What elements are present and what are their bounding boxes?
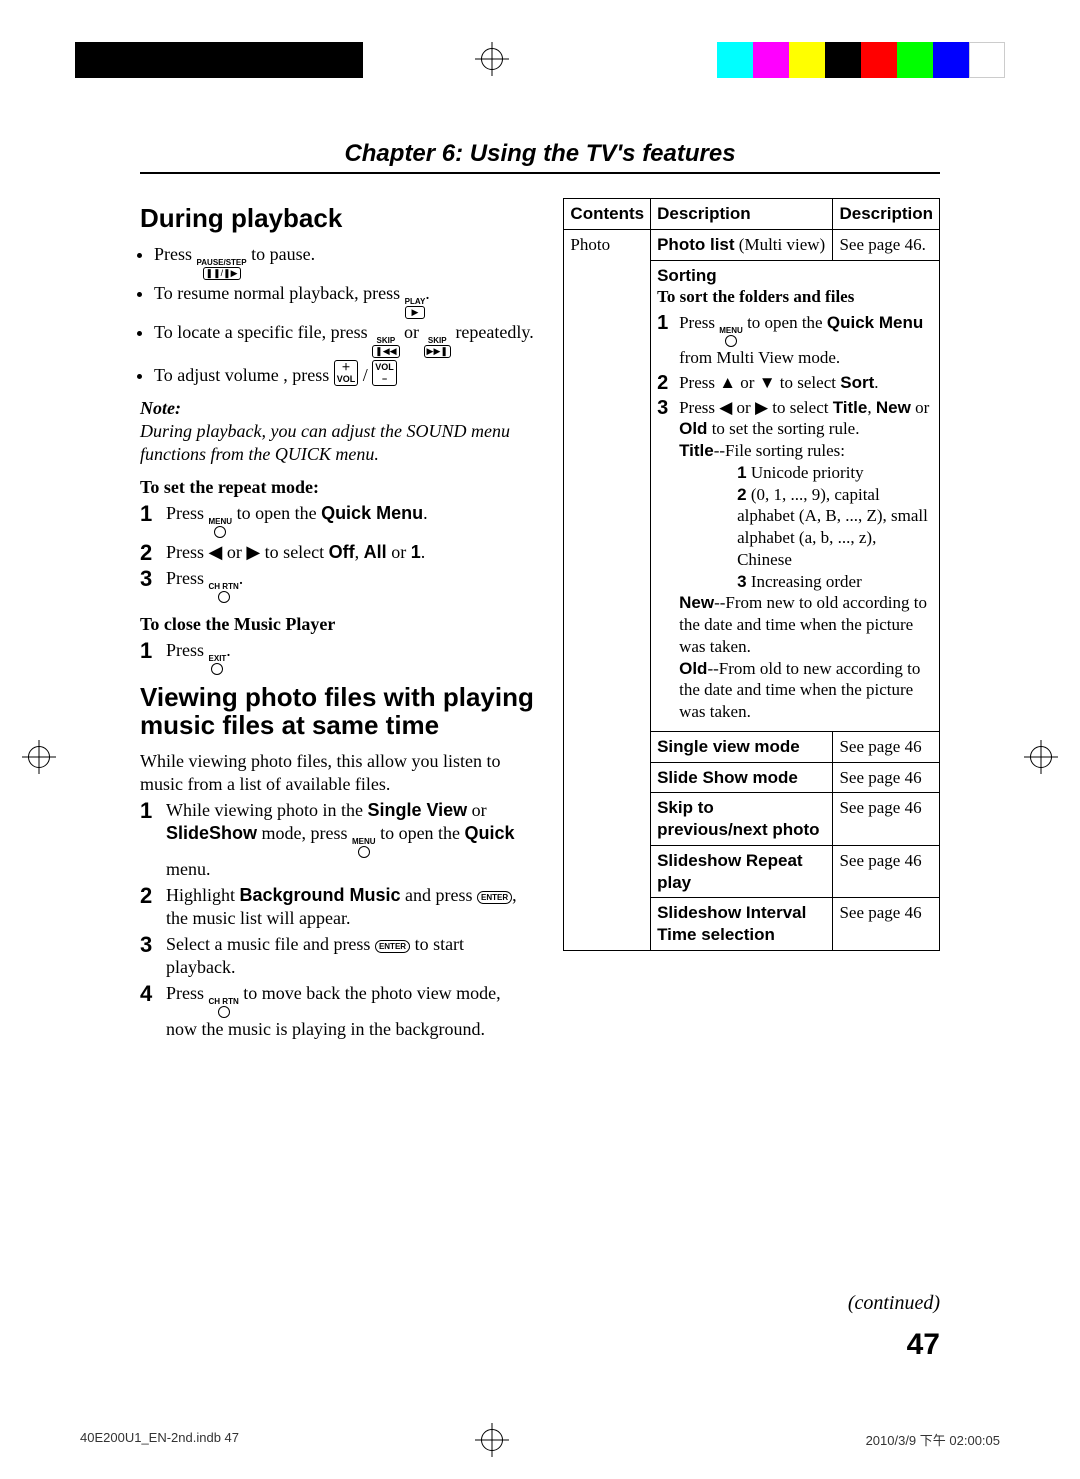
sorting-step-1: Press MENU to open the Quick Menu from M… — [657, 312, 933, 369]
th-description-2: Description — [833, 199, 940, 230]
bullet-volume: To adjust volume , press ＋VOL / VOL− — [154, 360, 535, 387]
repeat-step-3: Press CH RTN . — [140, 567, 535, 603]
cell-skip-photo-page: See page 46 — [833, 793, 940, 846]
footer-filename: 40E200U1_EN-2nd.indb 47 — [80, 1430, 239, 1449]
enter-key-icon: ENTER — [375, 940, 410, 953]
pause-step-key-icon: PAUSE/STEP ❚❚/❚▶ — [197, 259, 247, 280]
cell-interval-page: See page 46 — [833, 898, 940, 951]
sorting-subheading: To sort the folders and files — [657, 286, 933, 308]
close-player-steps: Press EXIT . — [140, 639, 535, 675]
vol-up-key-icon: ＋VOL — [334, 360, 359, 386]
cell-single-view: Single view mode — [651, 731, 833, 762]
viewing-steps: While viewing photo in the Single View o… — [140, 799, 535, 1041]
sorting-step-3: Press ◀ or ▶ to select Title, New or Old… — [657, 397, 933, 723]
close-step-1: Press EXIT . — [140, 639, 535, 675]
repeat-mode-steps: Press MENU to open the Quick Menu. Press… — [140, 502, 535, 603]
menu-key-icon: MENU — [719, 327, 743, 347]
viewing-step-4: Press CH RTN to move back the photo view… — [140, 982, 535, 1041]
cell-single-view-page: See page 46 — [833, 731, 940, 762]
during-playback-heading: During playback — [140, 204, 535, 233]
color-bar-right — [717, 42, 1005, 78]
footer-timestamp: 2010/3/9 下午 02:00:05 — [866, 1430, 1000, 1449]
chapter-header: Chapter 6: Using the TV's features — [140, 140, 940, 174]
cell-photo-list: Photo list (Multi view) — [651, 229, 833, 260]
sorting-heading: Sorting — [657, 265, 933, 287]
viewing-step-3: Select a music file and press ENTER to s… — [140, 933, 535, 979]
registration-marks — [0, 20, 1080, 60]
repeat-step-1: Press MENU to open the Quick Menu. — [140, 502, 535, 538]
page-body: Chapter 6: Using the TV's features Durin… — [140, 140, 940, 1365]
vol-down-key-icon: VOL− — [372, 360, 397, 386]
viewing-step-2: Highlight Background Music and press ENT… — [140, 884, 535, 930]
cell-repeat-play-page: See page 46 — [833, 845, 940, 898]
page-number: 47 — [563, 1326, 940, 1364]
sorting-steps: Press MENU to open the Quick Menu from M… — [657, 312, 933, 723]
repeat-mode-heading: To set the repeat mode: — [140, 476, 535, 499]
cell-repeat-play: Slideshow Repeat play — [651, 845, 833, 898]
bullet-resume: To resume normal playback, press PLAY ▶ … — [154, 282, 535, 319]
cell-photo-list-page: See page 46. — [833, 229, 940, 260]
cell-interval: Slideshow Interval Time selection — [651, 898, 833, 951]
sorting-step-2: Press ▲ or ▼ to select Sort. — [657, 372, 933, 394]
skip-next-key-icon: SKIP ▶▶❚ — [424, 337, 451, 358]
skip-prev-key-icon: SKIP ❚◀◀ — [372, 337, 399, 358]
note-label: Note: — [140, 397, 535, 420]
cell-slide-show-page: See page 46 — [833, 762, 940, 793]
viewing-step-1: While viewing photo in the Single View o… — [140, 799, 535, 881]
note-body: During playback, you can adjust the SOUN… — [140, 420, 535, 466]
chrtn-key-icon: CH RTN — [209, 583, 239, 603]
chrtn-key-icon: CH RTN — [209, 998, 239, 1018]
viewing-photo-music-heading: Viewing photo files with playing music f… — [140, 683, 535, 740]
cell-contents-photo: Photo — [564, 229, 651, 950]
enter-key-icon: ENTER — [477, 891, 512, 904]
left-column: During playback Press PAUSE/STEP ❚❚/❚▶ t… — [140, 198, 535, 1365]
close-player-heading: To close the Music Player — [140, 613, 535, 636]
repeat-step-2: Press ◀ or ▶ to select Off, All or 1. — [140, 541, 535, 564]
menu-key-icon: MENU — [209, 518, 233, 538]
th-contents: Contents — [564, 199, 651, 230]
print-footer: 40E200U1_EN-2nd.indb 47 2010/3/9 下午 02:0… — [80, 1430, 1000, 1449]
cell-skip-photo: Skip to previous/next photo — [651, 793, 833, 846]
description-table: Contents Description Description Photo P… — [563, 198, 940, 951]
cell-sorting-body: Sorting To sort the folders and files Pr… — [651, 260, 940, 731]
registration-cross-left — [22, 740, 56, 774]
cell-slide-show: Slide Show mode — [651, 762, 833, 793]
th-description-1: Description — [651, 199, 833, 230]
bullet-locate: To locate a specific file, press SKIP ❚◀… — [154, 321, 535, 358]
menu-key-icon: MENU — [352, 838, 376, 858]
right-column: Contents Description Description Photo P… — [563, 198, 940, 1365]
registration-cross-top — [475, 42, 509, 76]
viewing-intro: While viewing photo files, this allow yo… — [140, 750, 535, 796]
playback-bullets: Press PAUSE/STEP ❚❚/❚▶ to pause. To resu… — [140, 243, 535, 387]
play-key-icon: PLAY ▶ — [405, 298, 426, 319]
registration-cross-right — [1024, 740, 1058, 774]
bullet-pause: Press PAUSE/STEP ❚❚/❚▶ to pause. — [154, 243, 535, 280]
continued-label: (continued) — [563, 1291, 940, 1317]
exit-key-icon: EXIT — [209, 655, 227, 675]
color-bar-left — [75, 42, 363, 78]
